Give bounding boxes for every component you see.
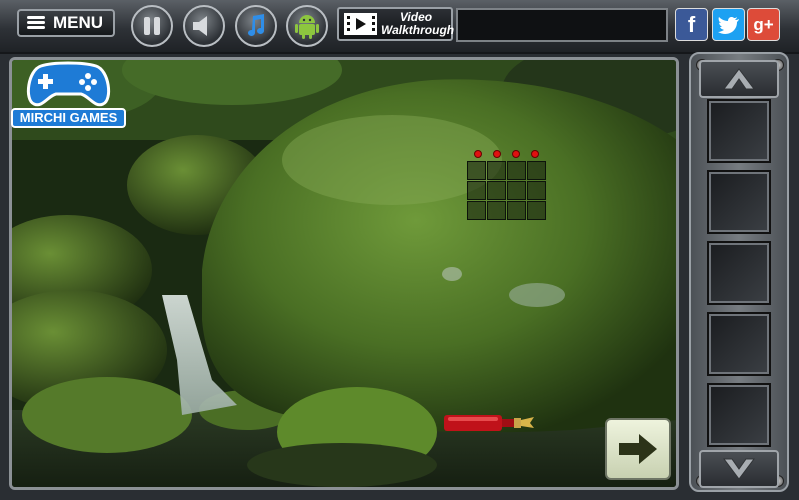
googleplus-button[interactable]: g+ (747, 8, 780, 41)
puzzle-dot (493, 150, 501, 158)
puzzle-cell[interactable] (487, 201, 506, 220)
walkthrough-label: Video Walkthrough (381, 11, 455, 37)
gamepad-icon (26, 61, 111, 107)
googleplus-icon: g+ (753, 14, 774, 34)
menu-icon (27, 16, 45, 30)
inventory-panel (689, 52, 789, 492)
puzzle-dot (531, 150, 539, 158)
puzzle-cell[interactable] (467, 201, 486, 220)
music-note-icon (248, 14, 264, 36)
puzzle-cell[interactable] (507, 181, 526, 200)
grid-puzzle[interactable] (467, 150, 547, 223)
speaker-icon (193, 16, 207, 36)
puzzle-cell[interactable] (527, 161, 546, 180)
video-walkthrough-button[interactable]: Video Walkthrough (337, 7, 455, 41)
inventory-slot-2[interactable] (707, 170, 771, 234)
arrow-up-icon (723, 68, 755, 90)
music-button[interactable] (235, 5, 277, 47)
menu-label: MENU (53, 13, 104, 32)
pause-icon (144, 17, 160, 35)
arrow-right-icon (619, 434, 657, 464)
sound-button[interactable] (183, 5, 225, 47)
inventory-up-button[interactable] (699, 60, 779, 98)
walkthrough-line2: Walkthrough (381, 23, 455, 37)
facebook-button[interactable]: f (675, 8, 708, 41)
android-button[interactable] (286, 5, 328, 47)
puzzle-dot (474, 150, 482, 158)
puzzle-cell[interactable] (507, 201, 526, 220)
inventory-down-button[interactable] (699, 450, 779, 488)
puzzle-dot (512, 150, 520, 158)
inventory-slot-1[interactable] (707, 99, 771, 163)
puzzle-cell[interactable] (487, 161, 506, 180)
top-toolbar: MENU Video Walkthrough f g+ (0, 0, 799, 54)
next-scene-button[interactable] (605, 418, 671, 480)
puzzle-cell[interactable] (467, 161, 486, 180)
film-icon (344, 13, 377, 35)
message-panel (456, 8, 668, 42)
puzzle-cell[interactable] (527, 201, 546, 220)
puzzle-cell[interactable] (487, 181, 506, 200)
menu-button[interactable]: MENU (17, 9, 115, 37)
puzzle-cell[interactable] (507, 161, 526, 180)
puzzle-cell[interactable] (527, 181, 546, 200)
twitter-icon (717, 16, 739, 34)
twitter-button[interactable] (712, 8, 745, 41)
inventory-slot-3[interactable] (707, 241, 771, 305)
logo-text: MIRCHI GAMES (11, 108, 126, 128)
facebook-icon: f (687, 11, 696, 37)
pause-button[interactable] (131, 5, 173, 47)
android-icon (295, 15, 319, 39)
inventory-slot-5[interactable] (707, 383, 771, 447)
red-bottle-item[interactable] (442, 412, 537, 434)
inventory-slot-4[interactable] (707, 312, 771, 376)
puzzle-cell[interactable] (467, 181, 486, 200)
mirchi-games-logo: MIRCHI GAMES (11, 60, 126, 132)
arrow-down-icon (723, 458, 755, 480)
